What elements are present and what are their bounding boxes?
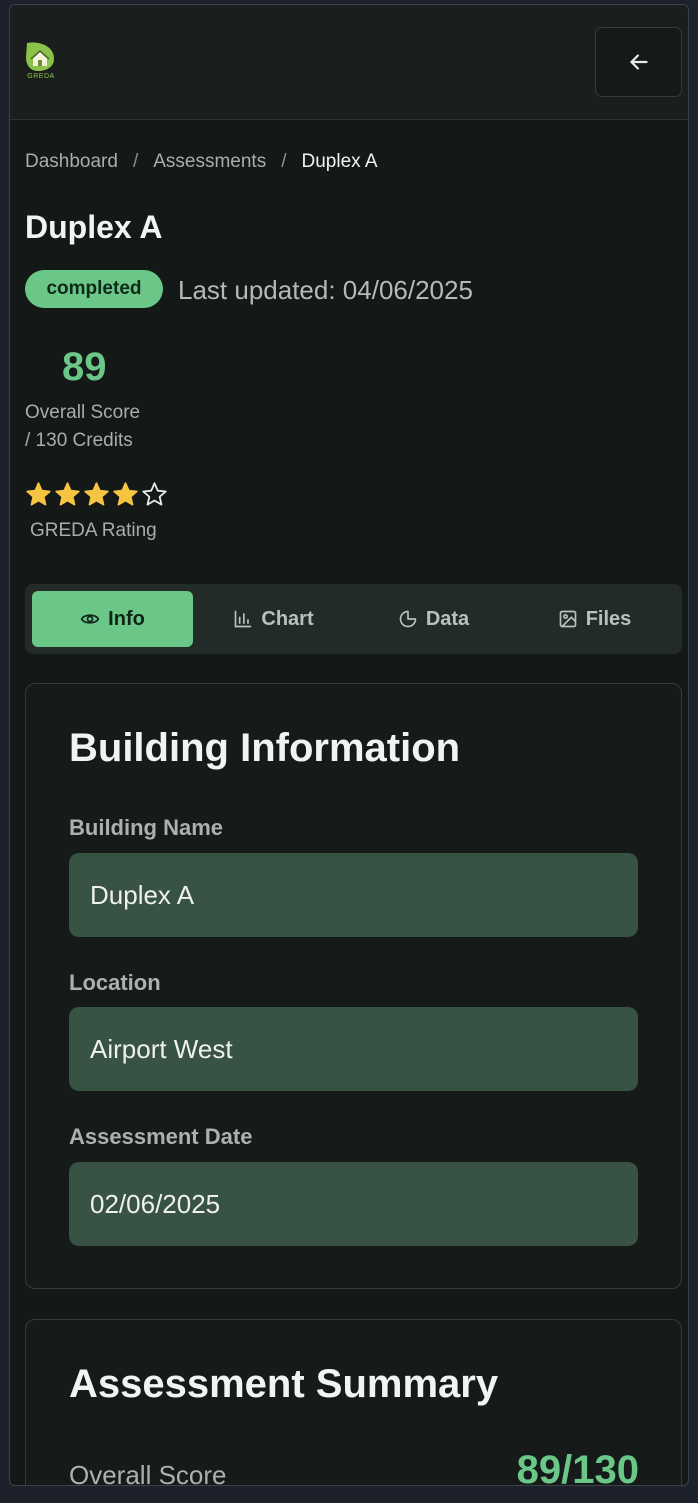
bar-chart-icon (235, 610, 252, 628)
building-information-heading: Building Information (69, 726, 461, 770)
breadcrumb-separator: / (132, 151, 139, 172)
breadcrumb-dashboard[interactable]: Dashboard (25, 151, 118, 173)
tab-info-label: Info (108, 607, 145, 630)
star-filled-icon (26, 482, 51, 506)
breadcrumb: Dashboard / Assessments / Duplex A (25, 151, 378, 173)
star-filled-icon (84, 482, 109, 506)
assessment-summary-heading: Assessment Summary (69, 1362, 499, 1406)
tab-info[interactable]: Info (32, 591, 193, 647)
tab-data-label: Data (425, 607, 470, 630)
greda-logo[interactable]: GREDA (24, 41, 58, 83)
tab-files-label: Files (585, 607, 632, 630)
image-icon (559, 610, 577, 628)
pie-chart-icon (399, 610, 417, 628)
top-bar: GREDA (10, 5, 688, 120)
star-empty-icon (142, 482, 167, 506)
last-updated: Last updated: 04/06/2025 (178, 275, 473, 305)
assessment-date-label: Assessment Date (69, 1124, 253, 1149)
overall-score-value: 89 (62, 345, 107, 389)
location-label: Location (69, 970, 161, 995)
logo-text: GREDA (27, 73, 55, 80)
app-frame: GREDA Dashboard / Assessments / Duplex A… (9, 4, 689, 1486)
score-credits: / 130 Credits (25, 430, 133, 451)
star-rating (25, 481, 168, 508)
star-filled-icon (113, 482, 138, 506)
assessment-date-field[interactable] (69, 1162, 638, 1246)
building-information-card: Building Information Building Name Locat… (25, 683, 682, 1289)
building-name-field[interactable] (69, 853, 638, 937)
summary-overall-value: 89/130 (516, 1448, 639, 1486)
building-name-label: Building Name (69, 815, 224, 840)
tab-bar: Info Chart Data Files (25, 584, 682, 654)
rating-label: GREDA Rating (30, 520, 157, 541)
tab-chart[interactable]: Chart (193, 591, 354, 647)
eye-icon (80, 614, 100, 624)
tab-chart-label: Chart (261, 607, 314, 630)
page-title: Duplex A (25, 209, 163, 245)
back-button[interactable] (595, 27, 682, 97)
breadcrumb-separator: / (281, 151, 287, 172)
score-label-text: Overall Score (25, 402, 141, 423)
location-field[interactable] (69, 1007, 638, 1091)
assessment-summary-card: Assessment Summary Overall Score 89/130 (25, 1319, 682, 1486)
breadcrumb-assessments[interactable]: Assessments (153, 151, 266, 173)
house-leaf-icon (26, 42, 54, 71)
tab-data[interactable]: Data (353, 591, 514, 647)
tab-files[interactable]: Files (514, 591, 675, 647)
breadcrumb-current: Duplex A (301, 151, 378, 172)
status-badge: completed (25, 270, 163, 308)
arrow-left-icon (629, 54, 648, 70)
summary-overall-label: Overall Score (69, 1460, 227, 1486)
star-filled-icon (55, 482, 80, 506)
overall-score-label: Overall Score / 130 Credits (25, 399, 140, 455)
